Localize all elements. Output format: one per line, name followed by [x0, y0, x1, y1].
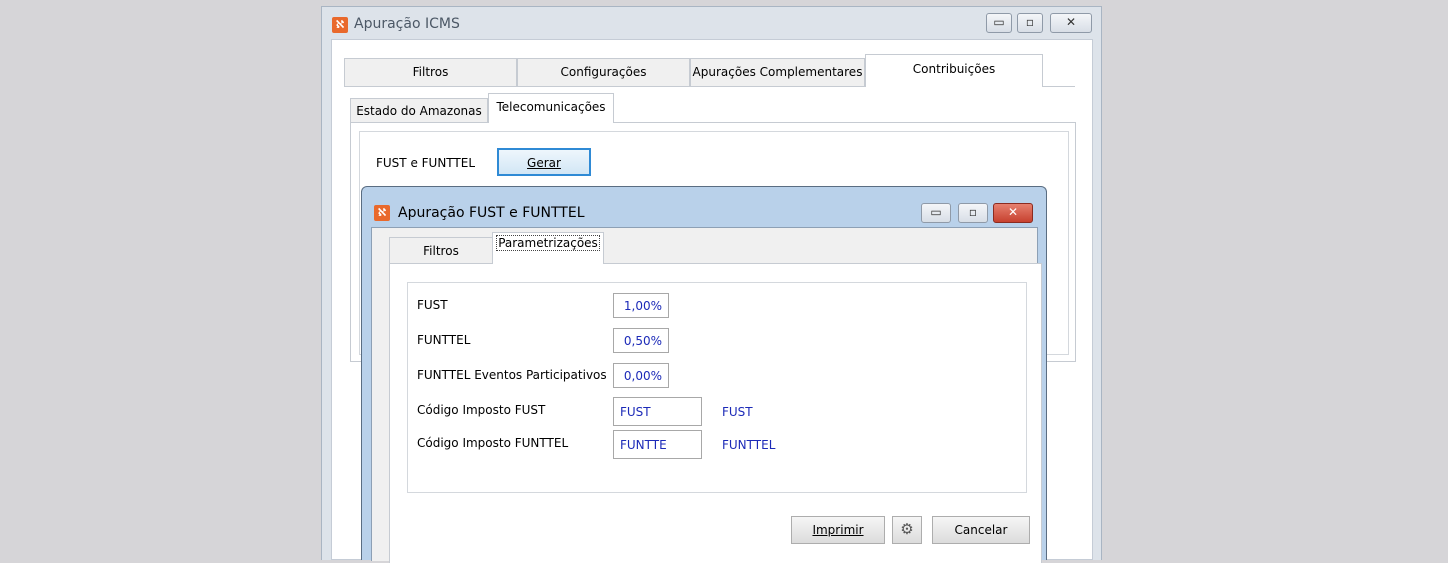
codigo-imposto-funttel-description: FUNTTEL: [722, 438, 776, 452]
dialog-tab-filtros[interactable]: Filtros: [389, 237, 493, 263]
cancelar-button[interactable]: Cancelar: [932, 516, 1030, 544]
imprimir-button[interactable]: Imprimir: [791, 516, 885, 544]
tab-apuracoes-complementares[interactable]: Apurações Complementares: [690, 58, 865, 86]
close-button[interactable]: ✕: [1050, 13, 1092, 33]
tab-configuracoes[interactable]: Configurações: [517, 58, 690, 86]
close-icon: ✕: [1007, 205, 1019, 219]
parametrizacoes-inner-panel: FUST FUNTTEL FUNTTEL Eventos Participati…: [407, 282, 1027, 493]
maximize-icon: ▫: [1025, 15, 1035, 29]
dialog-close-button[interactable]: ✕: [993, 203, 1033, 223]
dialog-minimize-button[interactable]: ▭: [921, 203, 951, 223]
tab-filtros[interactable]: Filtros: [344, 58, 517, 86]
main-window-title: Apuração ICMS: [354, 16, 460, 32]
tab-label: Configurações: [560, 65, 647, 79]
app-logo-icon: ℵ: [332, 17, 348, 33]
fust-rate-input[interactable]: [613, 293, 669, 318]
maximize-button[interactable]: ▫: [1017, 13, 1043, 33]
subtab-estado-amazonas[interactable]: Estado do Amazonas: [350, 98, 488, 122]
funttel-rate-input[interactable]: [613, 328, 669, 353]
dialog-maximize-button[interactable]: ▫: [958, 203, 988, 223]
minimize-icon: ▭: [930, 205, 942, 219]
tab-label: Apurações Complementares: [692, 65, 863, 79]
close-icon: ✕: [1065, 15, 1077, 29]
gerar-button[interactable]: Gerar: [497, 148, 591, 176]
subtab-telecomunicacoes[interactable]: Telecomunicações: [488, 93, 614, 123]
tab-label: Parametrizações: [496, 235, 600, 251]
fust-funttel-label: FUST e FUNTTEL: [376, 156, 476, 170]
codigo-imposto-fust-description: FUST: [722, 405, 753, 419]
cancelar-button-label: Cancelar: [954, 523, 1008, 537]
maximize-icon: ▫: [968, 205, 978, 219]
main-titlebar[interactable]: ℵ Apuração ICMS ▭ ▫ ✕: [322, 7, 1101, 39]
subtab-label: Telecomunicações: [496, 100, 606, 114]
settings-button[interactable]: ⚙: [892, 516, 922, 544]
funttel-label: FUNTTEL: [417, 333, 471, 347]
imprimir-button-label: Imprimir: [812, 523, 864, 537]
dialog-title: Apuração FUST e FUNTTEL: [398, 205, 585, 221]
tab-contribuicoes[interactable]: Contribuições: [865, 54, 1043, 87]
subtab-label: Estado do Amazonas: [356, 104, 482, 118]
minimize-button[interactable]: ▭: [986, 13, 1012, 33]
codigo-imposto-fust-label: Código Imposto FUST: [417, 403, 546, 417]
fust-funttel-dialog: ℵ Apuração FUST e FUNTTEL ▭ ▫ ✕ Filtros …: [361, 186, 1047, 563]
minimize-icon: ▭: [993, 15, 1005, 29]
tab-label: Contribuições: [912, 62, 996, 76]
codigo-imposto-fust-input[interactable]: [613, 397, 702, 426]
dialog-client: Filtros Parametrizações FUST FUNTTEL FUN…: [371, 227, 1042, 563]
gerar-button-label: Gerar: [527, 156, 561, 170]
funttel-eventos-rate-input[interactable]: [613, 363, 669, 388]
fust-label: FUST: [417, 298, 448, 312]
gear-icon: ⚙: [900, 520, 914, 538]
tab-label: Filtros: [412, 65, 449, 79]
codigo-imposto-funttel-label: Código Imposto FUNTTEL: [417, 436, 569, 450]
tab-label: Filtros: [423, 244, 459, 258]
funttel-eventos-label: FUNTTEL Eventos Participativos: [417, 368, 607, 382]
dialog-tab-parametrizacoes[interactable]: Parametrizações: [492, 232, 604, 264]
app-logo-icon: ℵ: [374, 205, 390, 221]
codigo-imposto-funttel-input[interactable]: [613, 430, 702, 459]
